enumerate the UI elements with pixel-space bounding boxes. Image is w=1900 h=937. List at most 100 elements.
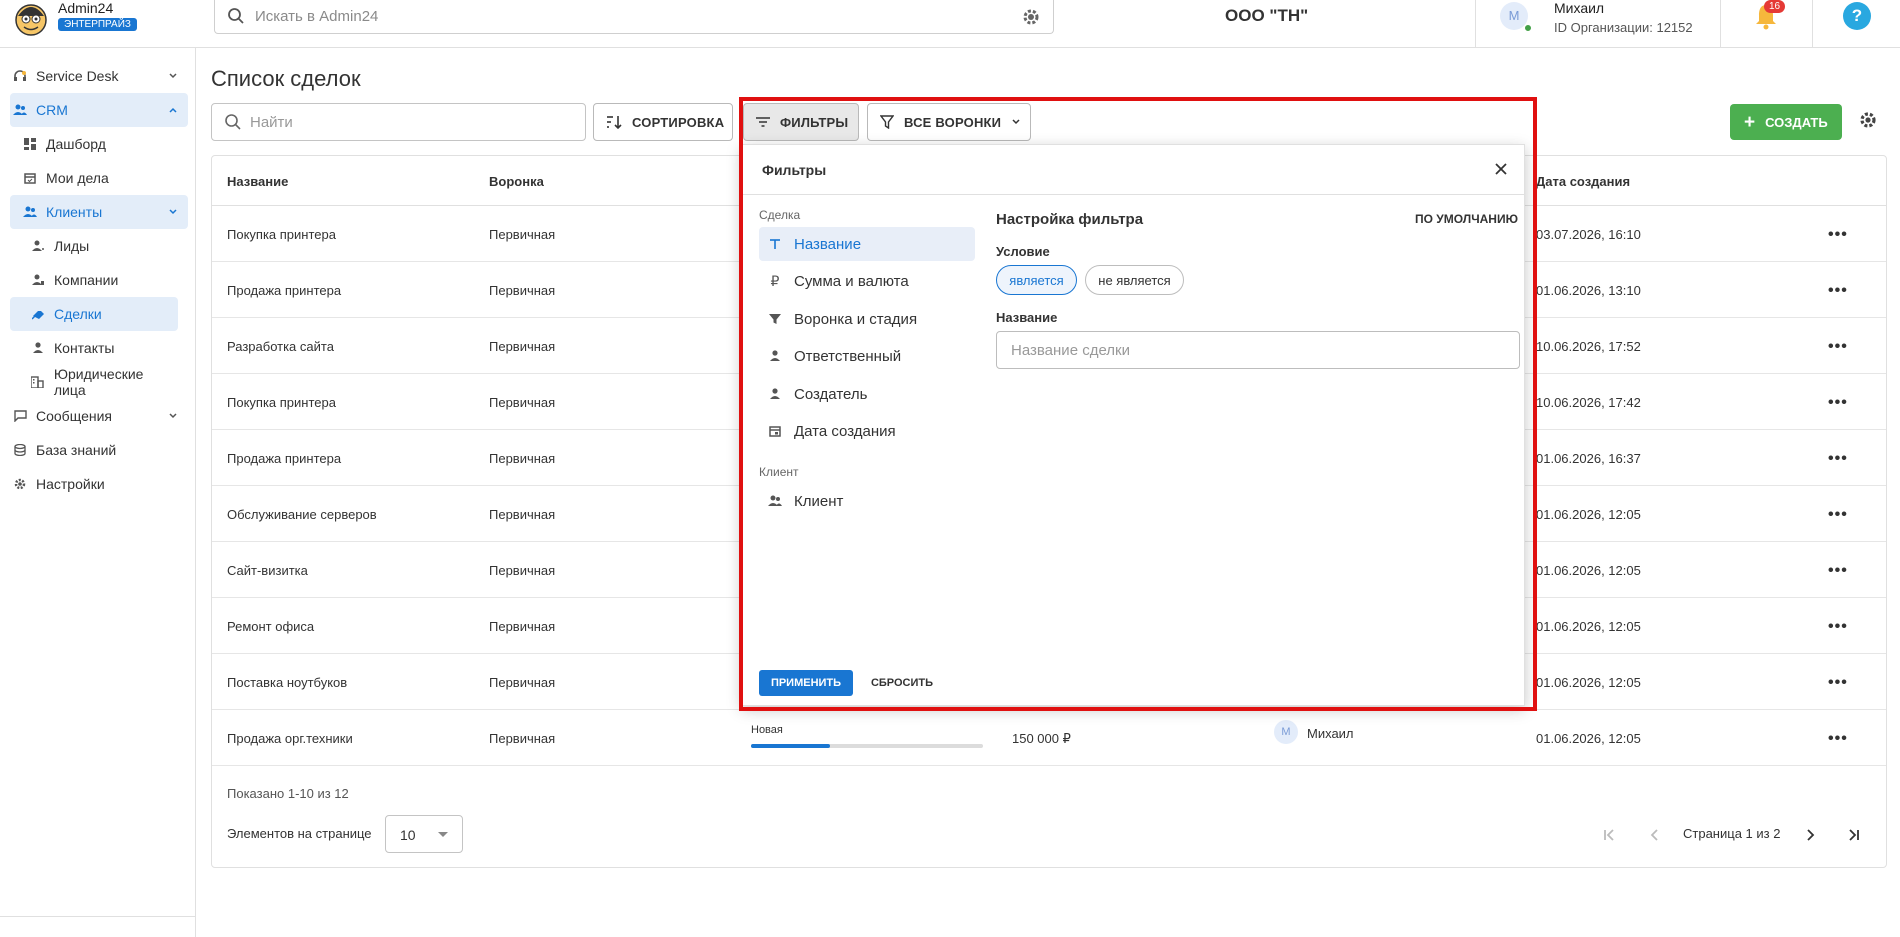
filter-field-creator[interactable]: Создатель (759, 377, 975, 411)
sidebar-item-label: Service Desk (36, 68, 119, 84)
apply-button[interactable]: ПРИМЕНИТЬ (759, 670, 853, 696)
deal-amount: 150 000 ₽ (1012, 731, 1071, 746)
user-name[interactable]: Михаил (1554, 0, 1604, 16)
row-menu-icon[interactable]: ••• (1828, 506, 1848, 524)
condition-is-chip[interactable]: является (996, 265, 1077, 295)
row-menu-icon[interactable]: ••• (1828, 674, 1848, 692)
row-menu-icon[interactable]: ••• (1828, 562, 1848, 580)
filter-field-label: Воронка и стадия (794, 310, 918, 328)
filter-field-client[interactable]: Клиент (759, 484, 975, 518)
search-settings-gear-icon[interactable] (1021, 7, 1041, 27)
filter-field-responsible[interactable]: Ответственный (759, 339, 975, 373)
sidebar-item-service-desk[interactable]: Service Desk (10, 59, 188, 93)
deal-responsible[interactable]: Михаил (1307, 726, 1354, 741)
deal-name[interactable]: Покупка принтера (227, 395, 336, 410)
sidebar-item-contacts[interactable]: Контакты (10, 331, 178, 365)
search-icon (227, 7, 245, 25)
sidebar-item-knowledge-base[interactable]: База знаний (10, 433, 188, 467)
sidebar-item-crm[interactable]: CRM (10, 93, 188, 127)
row-menu-icon[interactable]: ••• (1828, 282, 1848, 300)
handshake-icon (31, 307, 45, 321)
deal-name[interactable]: Продажа принтера (227, 451, 341, 466)
help-icon[interactable]: ? (1843, 2, 1871, 30)
top-bar: Admin24 ЭНТЕРПРАЙЗ Искать в Admin24 ООО … (0, 0, 1900, 48)
deal-name[interactable]: Продажа принтера (227, 283, 341, 298)
row-menu-icon[interactable]: ••• (1828, 338, 1848, 356)
sort-button[interactable]: СОРТИРОВКА (593, 103, 733, 141)
chevron-down-icon (168, 411, 178, 421)
create-label: СОЗДАТЬ (1765, 114, 1828, 130)
text-icon (768, 238, 782, 250)
deal-name[interactable]: Продажа орг.техники (227, 731, 353, 746)
sidebar-item-deals[interactable]: Сделки (10, 297, 178, 331)
filter-field-name[interactable]: Название (759, 227, 975, 261)
users-icon (23, 205, 37, 219)
sidebar-item-my-tasks[interactable]: Мои дела (10, 161, 188, 195)
sidebar-item-companies[interactable]: Компании (10, 263, 178, 297)
deal-stage: Новая (751, 724, 783, 736)
create-deal-button[interactable]: + СОЗДАТЬ (1730, 104, 1842, 140)
filter-group-deal: Сделка (759, 208, 801, 222)
deal-name[interactable]: Поставка ноутбуков (227, 675, 347, 690)
funnels-dropdown[interactable]: ВСЕ ВОРОНКИ (867, 103, 1031, 141)
per-page-select[interactable]: 10 (385, 815, 463, 853)
next-page-icon[interactable] (1803, 828, 1817, 842)
filter-field-label: Ответственный (794, 347, 902, 365)
organization-name: ООО "ТН" (1225, 6, 1309, 25)
filter-field-funnel-stage[interactable]: Воронка и стадия (759, 302, 975, 336)
sidebar-item-messages[interactable]: Сообщения (10, 399, 188, 433)
sort-label: СОРТИРОВКА (632, 114, 725, 130)
condition-label: Условие (996, 244, 1050, 259)
sidebar-item-leads[interactable]: Лиды (10, 229, 178, 263)
sidebar-item-clients[interactable]: Клиенты (10, 195, 188, 229)
default-button[interactable]: ПО УМОЛЧАНИЮ (1415, 212, 1518, 226)
deal-funnel: Первичная (489, 283, 556, 298)
last-page-icon[interactable] (1846, 828, 1860, 842)
notifications-count-badge: 16 (1764, 0, 1786, 13)
ruble-icon: ₽ (770, 272, 780, 289)
caret-down-icon (438, 832, 448, 838)
calendar-icon (768, 425, 782, 437)
column-header-name[interactable]: Название (227, 174, 288, 189)
deal-name[interactable]: Разработка сайта (227, 339, 334, 354)
row-menu-icon[interactable]: ••• (1828, 618, 1848, 636)
deal-created: 01.06.2026, 12:05 (1536, 675, 1641, 690)
table-settings-gear-icon[interactable] (1858, 110, 1878, 130)
stage-progress-bar (751, 744, 983, 748)
deals-search-input[interactable]: Найти (211, 103, 586, 141)
filter-field-amount[interactable]: ₽ Сумма и валюта (759, 264, 975, 298)
row-menu-icon[interactable]: ••• (1828, 226, 1848, 244)
app-logo[interactable] (12, 0, 50, 36)
sidebar: Service Desk CRM Дашборд Мои дела Клиент… (0, 48, 196, 937)
sidebar-item-label: Клиенты (46, 204, 103, 220)
row-menu-icon[interactable]: ••• (1828, 730, 1848, 748)
deal-funnel: Первичная (489, 563, 556, 578)
global-search[interactable]: Искать в Admin24 (214, 0, 1054, 34)
sidebar-item-settings[interactable]: Настройки (10, 467, 188, 501)
row-menu-icon[interactable]: ••• (1828, 394, 1848, 412)
column-header-funnel[interactable]: Воронка (489, 174, 544, 189)
sidebar-item-dashboard[interactable]: Дашборд (10, 127, 188, 161)
first-page-icon[interactable] (1603, 828, 1617, 842)
reset-button[interactable]: СБРОСИТЬ (865, 670, 939, 696)
sidebar-item-label: База знаний (36, 442, 117, 458)
filters-button[interactable]: ФИЛЬТРЫ (743, 103, 859, 141)
table-row[interactable]: Продажа орг.техники Первичная Новая 150 … (212, 710, 1886, 766)
filters-popup-header: Фильтры (742, 145, 1524, 195)
condition-is-not-chip[interactable]: не является (1085, 265, 1184, 295)
deal-name[interactable]: Покупка принтера (227, 227, 336, 242)
deal-name[interactable]: Обслуживание серверов (227, 507, 377, 522)
filter-settings-title: Настройка фильтра (996, 211, 1144, 228)
deal-name[interactable]: Ремонт офиса (227, 619, 314, 634)
close-icon[interactable] (1494, 162, 1508, 176)
row-menu-icon[interactable]: ••• (1828, 450, 1848, 468)
deal-name-input[interactable]: Название сделки (996, 331, 1520, 369)
column-header-created[interactable]: Дата создания (1536, 174, 1630, 189)
divider (1475, 0, 1476, 48)
filter-field-created-date[interactable]: Дата создания (759, 414, 975, 448)
filter-lines-icon (756, 117, 770, 127)
previous-page-icon[interactable] (1648, 828, 1662, 842)
deal-name[interactable]: Сайт-визитка (227, 563, 308, 578)
deal-created: 01.06.2026, 13:10 (1536, 283, 1641, 298)
sidebar-item-legal-entities[interactable]: Юридические лица (10, 365, 178, 399)
